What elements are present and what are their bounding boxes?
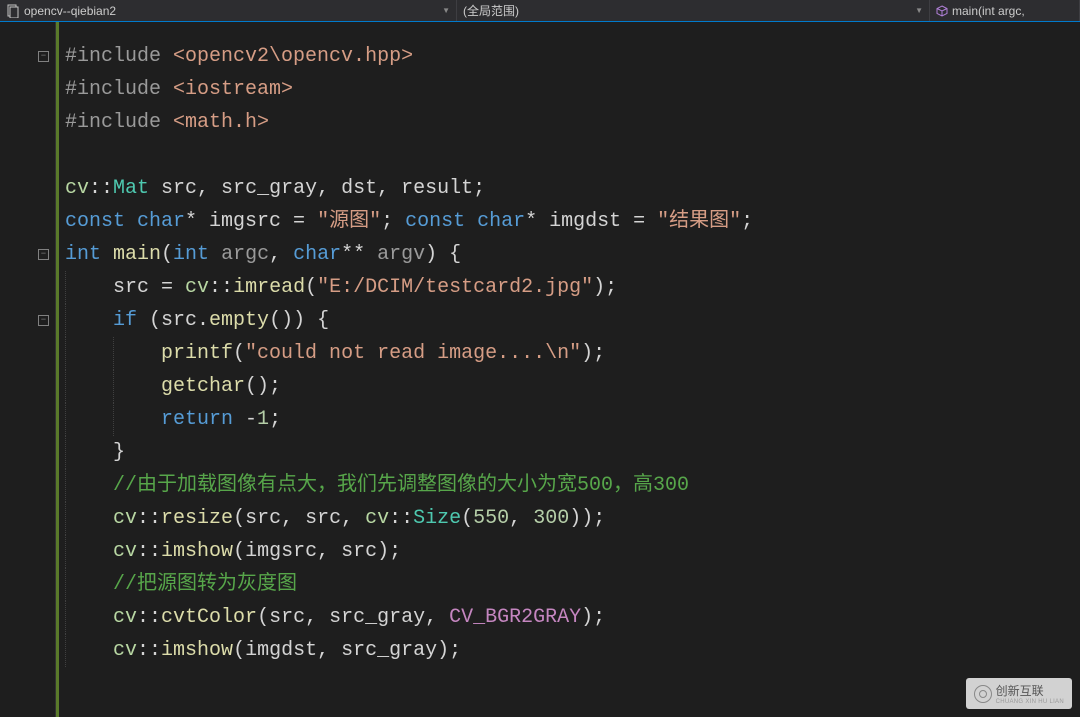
function-dropdown[interactable]: main(int argc, <box>930 0 1080 21</box>
file-icon <box>6 4 20 18</box>
code-line[interactable] <box>61 139 1080 172</box>
code-area[interactable]: #include <opencv2\opencv.hpp> #include <… <box>56 22 1080 717</box>
code-line[interactable]: if (src.empty()) { <box>61 304 1080 337</box>
code-line[interactable]: } <box>61 436 1080 469</box>
code-line[interactable]: #include <math.h> <box>61 106 1080 139</box>
navigation-bar: opencv--qiebian2 ▼ (全局范围) ▼ main(int arg… <box>0 0 1080 22</box>
scope-dropdown[interactable]: (全局范围) ▼ <box>457 0 930 21</box>
chevron-down-icon: ▼ <box>442 6 450 15</box>
code-line[interactable]: cv::imshow(imgsrc, src); <box>61 535 1080 568</box>
code-line[interactable]: int main(int argc, char** argv) { <box>61 238 1080 271</box>
code-line[interactable]: cv::imshow(imgdst, src_gray); <box>61 634 1080 667</box>
watermark-logo-icon <box>974 685 992 703</box>
fold-toggle[interactable]: − <box>38 249 49 260</box>
code-line[interactable]: src = cv::imread("E:/DCIM/testcard2.jpg"… <box>61 271 1080 304</box>
gutter: − − − <box>0 22 56 717</box>
code-editor[interactable]: − − − #include <opencv2\opencv.hpp> #inc… <box>0 22 1080 717</box>
fold-toggle[interactable]: − <box>38 315 49 326</box>
code-line[interactable]: printf("could not read image....\n"); <box>61 337 1080 370</box>
method-icon <box>936 5 948 17</box>
code-line[interactable]: getchar(); <box>61 370 1080 403</box>
chevron-down-icon: ▼ <box>915 6 923 15</box>
code-line[interactable]: //由于加载图像有点大，我们先调整图像的大小为宽500，高300 <box>61 469 1080 502</box>
scope-label: (全局范围) <box>463 2 519 19</box>
project-dropdown[interactable]: opencv--qiebian2 ▼ <box>0 0 457 21</box>
code-line[interactable]: cv::resize(src, src, cv::Size(550, 300))… <box>61 502 1080 535</box>
code-line[interactable]: const char* imgsrc = "源图"; const char* i… <box>61 205 1080 238</box>
code-line[interactable]: cv::cvtColor(src, src_gray, CV_BGR2GRAY)… <box>61 601 1080 634</box>
function-label: main(int argc, <box>952 4 1025 18</box>
code-line[interactable]: cv::Mat src, src_gray, dst, result; <box>61 172 1080 205</box>
fold-toggle[interactable]: − <box>38 51 49 62</box>
code-line[interactable]: #include <iostream> <box>61 73 1080 106</box>
code-line[interactable]: return -1; <box>61 403 1080 436</box>
code-line[interactable]: #include <opencv2\opencv.hpp> <box>61 40 1080 73</box>
code-line[interactable]: //把源图转为灰度图 <box>61 568 1080 601</box>
watermark: 创新互联 CHUANG XIN HU LIAN <box>966 678 1072 709</box>
project-name: opencv--qiebian2 <box>24 4 116 18</box>
